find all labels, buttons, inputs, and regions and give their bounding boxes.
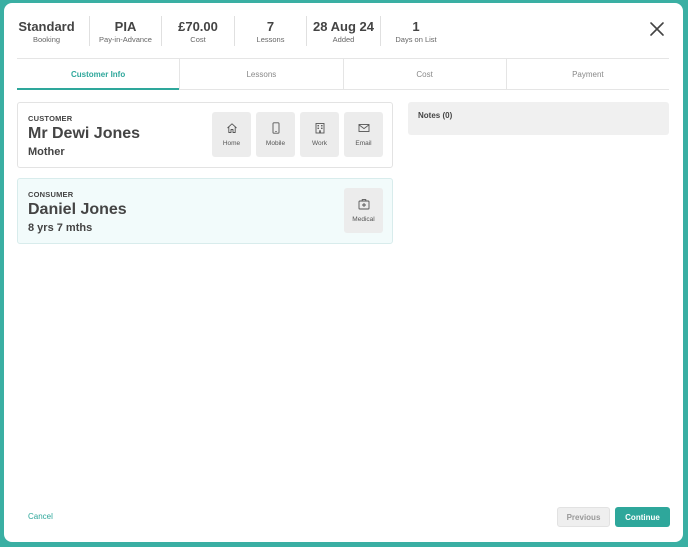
customer-contact-actions: Home Mobile Work Email [212, 112, 383, 157]
home-icon [226, 123, 237, 133]
summary-label: Cost [190, 34, 206, 44]
summary-label: Added [332, 34, 355, 44]
summary-label: Lessons [256, 34, 285, 44]
booking-summary: Standard Booking PIA Pay-in-Advance £70.… [4, 16, 451, 46]
summary-cost: £70.00 Cost [162, 16, 235, 46]
tab-lessons[interactable]: Lessons [180, 59, 344, 89]
summary-added: 28 Aug 24 Added [307, 16, 381, 46]
consumer-name: Daniel Jones [28, 201, 127, 218]
customer-card: CUSTOMER Mr Dewi Jones Mother Home Mobil… [17, 102, 393, 168]
email-button[interactable]: Email [344, 112, 383, 157]
customer-caption: CUSTOMER [28, 114, 73, 123]
booking-modal: Standard Booking PIA Pay-in-Advance £70.… [4, 3, 683, 542]
medical-button[interactable]: Medical [344, 188, 383, 233]
summary-label: Booking [32, 34, 61, 44]
continue-button[interactable]: Continue [615, 507, 670, 527]
summary-value: PIA [114, 18, 137, 34]
summary-days-on-list: 1 Days on List [381, 16, 451, 46]
consumer-age: 8 yrs 7 mths [28, 222, 93, 234]
summary-value: £70.00 [178, 18, 218, 34]
cancel-link[interactable]: Cancel [28, 512, 53, 521]
summary-lessons: 7 Lessons [235, 16, 307, 46]
summary-label: Days on List [395, 34, 437, 44]
customer-name: Mr Dewi Jones [28, 125, 141, 142]
summary-value: Standard [18, 18, 75, 34]
summary-payment-type: PIA Pay-in-Advance [90, 16, 162, 46]
consumer-card: CONSUMER Daniel Jones 8 yrs 7 mths Medic… [17, 178, 393, 244]
customer-relation: Mother [28, 146, 65, 158]
home-label: Home [222, 140, 241, 147]
notes-label: Notes (0) [418, 111, 453, 120]
medical-kit-icon [358, 199, 369, 210]
summary-value: 28 Aug 24 [313, 18, 374, 34]
work-phone-button[interactable]: Work [300, 112, 339, 157]
summary-booking: Standard Booking [4, 16, 90, 46]
email-label: Email [355, 140, 372, 147]
tab-customer-info[interactable]: Customer Info [17, 59, 181, 90]
work-label: Work [311, 140, 328, 147]
consumer-actions: Medical [344, 188, 383, 233]
tab-cost[interactable]: Cost [344, 59, 507, 89]
summary-label: Pay-in-Advance [99, 34, 152, 44]
summary-value: 1 [412, 18, 420, 34]
tab-bar: Customer Info Lessons Cost Payment [17, 58, 669, 90]
tab-payment[interactable]: Payment [507, 59, 669, 89]
building-icon [315, 123, 324, 134]
previous-button[interactable]: Previous [557, 507, 610, 527]
envelope-icon [358, 124, 369, 132]
consumer-caption: CONSUMER [28, 190, 74, 199]
mobile-phone-button[interactable]: Mobile [256, 112, 295, 157]
close-icon[interactable] [649, 21, 665, 37]
medical-label: Medical [352, 216, 375, 223]
summary-value: 7 [266, 18, 275, 34]
home-phone-button[interactable]: Home [212, 112, 251, 157]
mobile-icon [272, 122, 279, 134]
notes-panel[interactable]: Notes (0) [408, 102, 669, 135]
mobile-label: Mobile [265, 140, 286, 147]
